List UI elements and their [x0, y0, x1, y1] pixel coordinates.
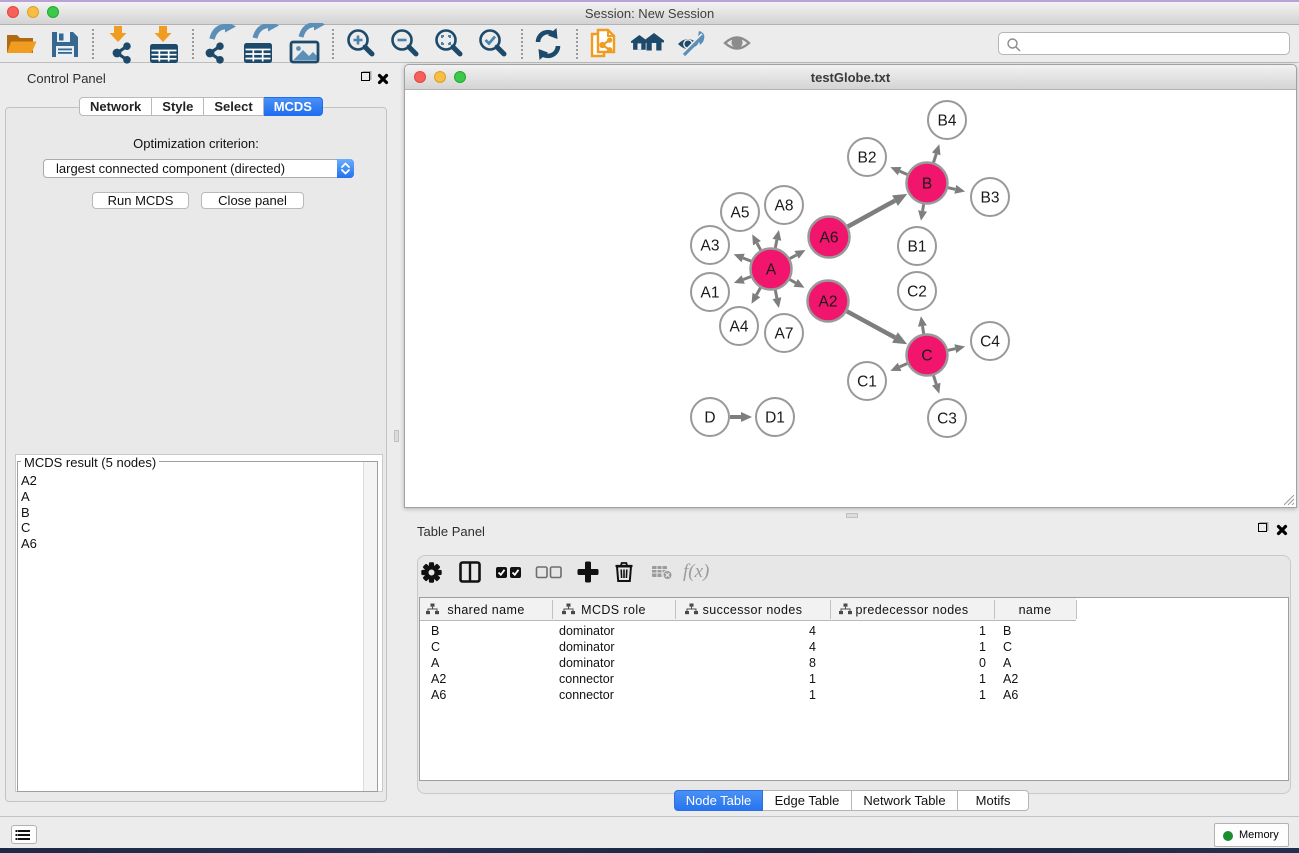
svg-text:B3: B3: [981, 190, 1000, 207]
svg-text:A2: A2: [819, 294, 838, 311]
svg-text:A4: A4: [730, 319, 749, 336]
svg-text:C4: C4: [980, 334, 1000, 351]
svg-text:C2: C2: [907, 284, 927, 301]
svg-text:A8: A8: [775, 198, 794, 215]
svg-text:A1: A1: [701, 285, 720, 302]
svg-text:A: A: [766, 262, 777, 279]
svg-text:A5: A5: [731, 205, 750, 222]
svg-text:B1: B1: [908, 239, 927, 256]
svg-text:D: D: [704, 410, 715, 427]
svg-text:B2: B2: [858, 150, 877, 167]
svg-text:B: B: [922, 176, 932, 193]
svg-text:C3: C3: [937, 411, 957, 428]
svg-text:A6: A6: [820, 230, 839, 247]
svg-text:A3: A3: [701, 238, 720, 255]
svg-text:C1: C1: [857, 374, 877, 391]
svg-text:D1: D1: [765, 410, 785, 427]
svg-text:B4: B4: [938, 113, 957, 130]
svg-text:C: C: [921, 348, 932, 365]
svg-text:A7: A7: [775, 326, 794, 343]
